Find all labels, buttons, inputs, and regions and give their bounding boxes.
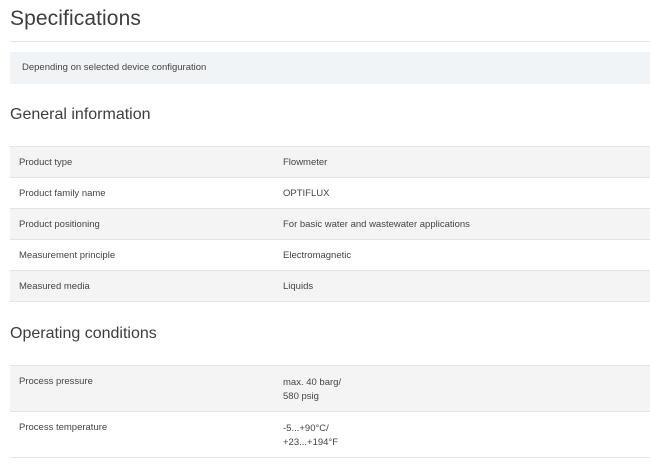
spec-value: -5...+90°C/ +23...+194°F [283,422,650,450]
spec-value: max. 40 barg/ 580 psig [283,376,650,404]
spec-value: OPTIFLUX [283,187,330,199]
spec-value-line: +23...+194°F [283,437,339,448]
table-row: Process temperature -5...+90°C/ +23...+1… [10,412,650,458]
spec-label: Process pressure [19,376,93,387]
spec-label: Product positioning [19,218,100,230]
spec-value-line: -5...+90°C/ [283,423,329,434]
title-divider [10,41,650,42]
operating-conditions-table: Process pressure max. 40 barg/ 580 psig … [10,365,650,458]
page-title: Specifications [10,7,141,30]
table-row: Product type Flowmeter [10,147,650,178]
configuration-note: Depending on selected device configurati… [10,52,650,84]
table-row: Product positioning For basic water and … [10,209,650,240]
spec-label: Product type [19,156,73,168]
table-row: Process pressure max. 40 barg/ 580 psig [10,366,650,412]
spec-value: Liquids [283,280,314,292]
specifications-page: Specifications Depending on selected dev… [0,0,650,465]
table-row: Measured media Liquids [10,271,650,302]
table-row: Product family name OPTIFLUX [10,178,650,209]
section-title-operating: Operating conditions [10,325,157,342]
spec-value-line: max. 40 barg/ [283,377,342,388]
spec-label: Process temperature [19,422,108,433]
spec-value-line: 580 psig [283,391,319,402]
spec-value: For basic water and wastewater applicati… [283,218,470,230]
general-information-table: Product type Flowmeter Product family na… [10,146,650,302]
table-row: Measurement principle Electromagnetic [10,240,650,271]
spec-value: Flowmeter [283,156,328,168]
spec-label: Measurement principle [19,249,116,261]
spec-label: Measured media [19,280,90,292]
section-title-general: General information [10,106,151,123]
spec-value: Electromagnetic [283,249,352,261]
spec-label: Product family name [19,187,106,199]
